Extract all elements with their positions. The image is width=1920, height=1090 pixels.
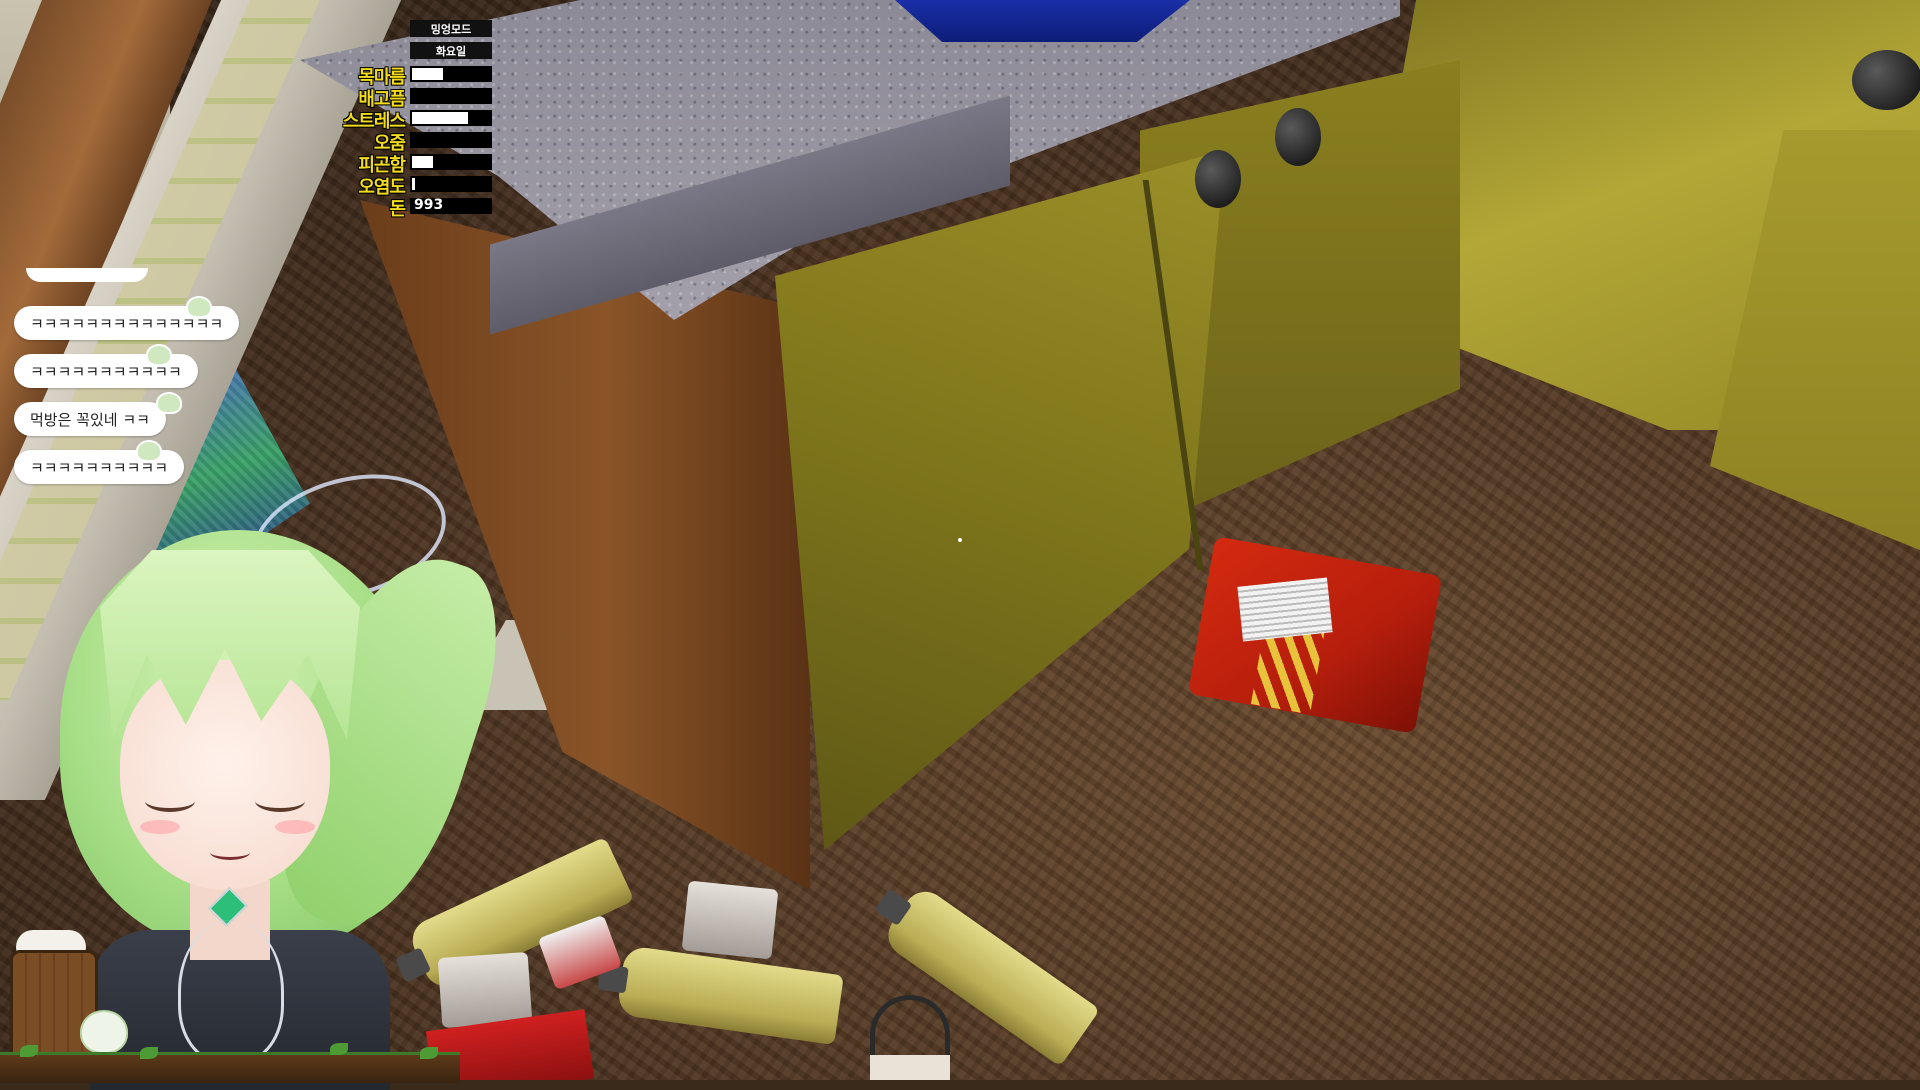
closed-eye-icon [145, 790, 195, 812]
blush [140, 820, 180, 834]
leaf-icon [420, 1047, 438, 1059]
stat-fatigue: 피곤함 [328, 152, 493, 176]
ribbon-icon [178, 920, 284, 1063]
mode-badge: 밍엉모드 [410, 20, 492, 37]
stat-bladder: 오줌 [328, 130, 493, 154]
vine-frame [0, 1043, 460, 1083]
chat-bubble-partial [26, 268, 148, 282]
shopping-bag[interactable] [870, 1055, 950, 1080]
stat-bar [410, 176, 492, 192]
stat-fill [412, 112, 468, 124]
stat-dirtiness: 오염도 [328, 174, 493, 198]
stat-hunger: 배고픔 [328, 86, 493, 110]
stat-stress: 스트레스 [328, 108, 493, 132]
stat-fill [412, 68, 443, 80]
mascot-icon [156, 392, 182, 414]
stat-bar [410, 88, 492, 104]
chat-bubble: 먹방은 꼭있네 ㅋㅋ [14, 402, 166, 436]
mascot-icon [136, 440, 162, 462]
cabinet-knob[interactable] [1275, 108, 1321, 166]
stat-fill [412, 156, 433, 168]
mascot-icon [80, 1010, 128, 1054]
leaf-icon [140, 1047, 158, 1059]
mascot-icon [146, 344, 172, 366]
stat-bar [410, 132, 492, 148]
stat-fill [412, 178, 415, 190]
stat-money: 돈 993 [328, 196, 493, 220]
money-value: 993 [414, 197, 444, 213]
crosshair-icon [958, 538, 962, 542]
stat-bar [410, 154, 492, 170]
leaf-icon [330, 1043, 348, 1055]
leaf-icon [20, 1045, 38, 1057]
day-badge: 화요일 [410, 42, 492, 59]
stat-thirst: 목마름 [328, 64, 493, 88]
food-can[interactable] [681, 880, 779, 960]
snack-bag-label [1237, 577, 1333, 642]
cabinet-knob[interactable] [1852, 50, 1920, 110]
blush [275, 820, 315, 834]
stat-bar [410, 66, 492, 82]
closed-eye-icon [255, 790, 305, 812]
mascot-icon [186, 296, 212, 318]
cabinet-knob[interactable] [1195, 150, 1241, 208]
chat-text: 먹방은 꼭있네 ㅋㅋ [30, 410, 150, 429]
stat-bar [410, 110, 492, 126]
smile [210, 845, 250, 860]
streamer-avatar [60, 454, 525, 1090]
stat-label: 돈 [389, 199, 406, 220]
